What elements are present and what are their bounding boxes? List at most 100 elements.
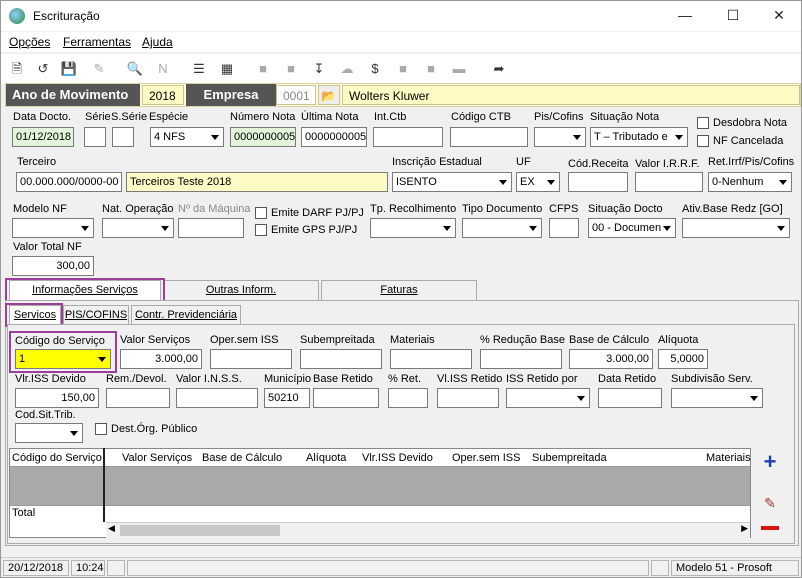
col-subempreitada[interactable]: Subempreitada: [532, 452, 607, 464]
col-aliquota[interactable]: Alíquota: [306, 452, 346, 464]
uf-select[interactable]: EX: [516, 172, 560, 192]
ship-icon[interactable]: ■: [281, 59, 301, 79]
doc-icon[interactable]: ■: [393, 59, 413, 79]
cod-receita-field[interactable]: [568, 172, 628, 192]
valor-inss-field[interactable]: [176, 388, 258, 408]
vl-iss-retido-field[interactable]: [437, 388, 499, 408]
iss-retido-por-select[interactable]: [506, 388, 590, 408]
oper-sem-iss-field[interactable]: [210, 349, 292, 369]
menu-ajuda[interactable]: Ajuda: [142, 35, 173, 49]
cfps-field[interactable]: [549, 218, 579, 238]
nat-operacao-select[interactable]: [102, 218, 174, 238]
base-retido-field[interactable]: [313, 388, 379, 408]
reducao-base-field[interactable]: [480, 349, 562, 369]
data-retido-field[interactable]: [598, 388, 662, 408]
desdobra-checkbox[interactable]: [697, 117, 709, 129]
subtab-contr-previdenciaria[interactable]: Contr. Previdenciária: [131, 305, 241, 325]
maquina-field[interactable]: [178, 218, 244, 238]
col-base-calculo[interactable]: Base de Cálculo: [202, 452, 282, 464]
intctb-field[interactable]: [373, 127, 443, 147]
tab-outras-inform[interactable]: Outras Inform.: [163, 280, 319, 300]
subtab-servicos[interactable]: Servicos: [9, 305, 61, 325]
codigo-ctb-field[interactable]: [450, 127, 528, 147]
save-icon[interactable]: 💾: [59, 59, 79, 79]
irrf-field[interactable]: [635, 172, 703, 192]
maximize-icon[interactable]: ☐: [723, 7, 743, 24]
codigo-servico-select[interactable]: 1: [15, 349, 111, 369]
edit-icon[interactable]: ✎: [759, 495, 781, 511]
clear-icon[interactable]: ✎: [89, 59, 109, 79]
pct-ret-field[interactable]: [388, 388, 428, 408]
gps-checkbox[interactable]: [255, 224, 267, 236]
rem-devol-field[interactable]: [106, 388, 170, 408]
ret-irrf-select[interactable]: 0-Nenhum: [708, 172, 792, 192]
tree-icon[interactable]: ☰: [189, 59, 209, 79]
scroll-thumb[interactable]: [120, 525, 280, 536]
grid-body[interactable]: [10, 467, 750, 505]
add-icon[interactable]: +: [759, 451, 781, 474]
col-oper-sem-iss[interactable]: Oper.sem ISS: [452, 452, 520, 464]
remove-icon[interactable]: [761, 526, 779, 530]
menu-opcoes[interactable]: Opções: [9, 35, 50, 49]
dest-org-publico-checkbox[interactable]: [95, 423, 107, 435]
preview-icon[interactable]: 🔍: [125, 59, 145, 79]
scroll-right-icon[interactable]: ▶: [741, 523, 748, 534]
tipo-documento-select[interactable]: [462, 218, 542, 238]
minimize-icon[interactable]: —: [675, 7, 695, 23]
money-icon[interactable]: $: [365, 59, 385, 79]
bar-icon[interactable]: ▬: [449, 59, 469, 79]
nf-cancelada-checkbox[interactable]: [697, 135, 709, 147]
valor-servicos-field[interactable]: 3.000,00: [120, 349, 202, 369]
subdivisao-serv-select[interactable]: [671, 388, 763, 408]
vlr-iss-devido-field[interactable]: 150,00: [15, 388, 99, 408]
numero-nota-field[interactable]: 0000000005: [230, 127, 296, 147]
vl-iss-retido-label: Vl.ISS Retido: [437, 373, 503, 385]
materiais-field[interactable]: [390, 349, 472, 369]
situacao-nota-select[interactable]: T – Tributado e: [590, 127, 688, 147]
folder-icon[interactable]: ■: [253, 59, 273, 79]
ano-field[interactable]: 2018: [142, 85, 184, 105]
undo-icon[interactable]: ↺: [33, 59, 53, 79]
vlr-iss-devido-label: Vlr.ISS Devido: [15, 373, 86, 385]
cloud-icon[interactable]: ☁: [337, 59, 357, 79]
col-vlr-iss[interactable]: Vlr.ISS Devido: [362, 452, 433, 464]
tp-recolhimento-select[interactable]: [370, 218, 456, 238]
ultima-nota-field[interactable]: 0000000005: [301, 127, 367, 147]
new-icon[interactable]: 🗎: [7, 59, 27, 79]
data-docto-field[interactable]: 01/12/2018: [12, 127, 74, 147]
close-icon[interactable]: ✕: [769, 7, 789, 24]
base-calculo-field[interactable]: 3.000,00: [569, 349, 653, 369]
serie-field[interactable]: [84, 127, 106, 147]
modelo-nf-select[interactable]: [12, 218, 94, 238]
ie-select[interactable]: ISENTO: [392, 172, 512, 192]
terceiro-doc-field[interactable]: 00.000.000/0000-00: [16, 172, 122, 192]
col-materiais[interactable]: Materiais: [706, 452, 751, 464]
especie-select[interactable]: 4 NFS: [150, 127, 224, 147]
tab-faturas[interactable]: Faturas: [321, 280, 477, 300]
download-icon[interactable]: ↧: [309, 59, 329, 79]
cod-receita-label: Cód.Receita: [568, 158, 629, 170]
title-bar: Escrituração — ☐ ✕: [1, 1, 801, 31]
grid-scrollbar[interactable]: ◀ ▶: [106, 522, 750, 538]
scroll-left-icon[interactable]: ◀: [108, 523, 115, 534]
ativ-base-select[interactable]: [682, 218, 790, 238]
darf-checkbox[interactable]: [255, 207, 267, 219]
exit-icon[interactable]: ➦: [489, 59, 509, 79]
pis-cofins-select[interactable]: [534, 127, 586, 147]
tab-informacoes-servicos[interactable]: Informações Serviços: [9, 280, 161, 300]
empresa-code-field[interactable]: 0001: [276, 85, 316, 105]
menu-ferramentas[interactable]: Ferramentas: [63, 35, 131, 49]
valor-total-nf-field[interactable]: 300,00: [12, 256, 94, 276]
sserie-field[interactable]: [112, 127, 134, 147]
calc-icon[interactable]: ▦: [217, 59, 237, 79]
municipio-field[interactable]: 50210: [264, 388, 310, 408]
aliquota-field[interactable]: 5,0000: [658, 349, 708, 369]
subempreitada-field[interactable]: [300, 349, 382, 369]
nfs-icon[interactable]: N: [153, 59, 173, 79]
subtab-pis-cofins[interactable]: PIS/COFINS: [63, 305, 129, 325]
col-valor-servicos[interactable]: Valor Serviços: [122, 452, 192, 464]
box-icon[interactable]: ■: [421, 59, 441, 79]
situacao-docto-select[interactable]: 00 - Documen: [588, 218, 676, 238]
folder-open-icon[interactable]: 📂: [318, 85, 340, 105]
cod-sit-trib-select[interactable]: [15, 423, 83, 443]
